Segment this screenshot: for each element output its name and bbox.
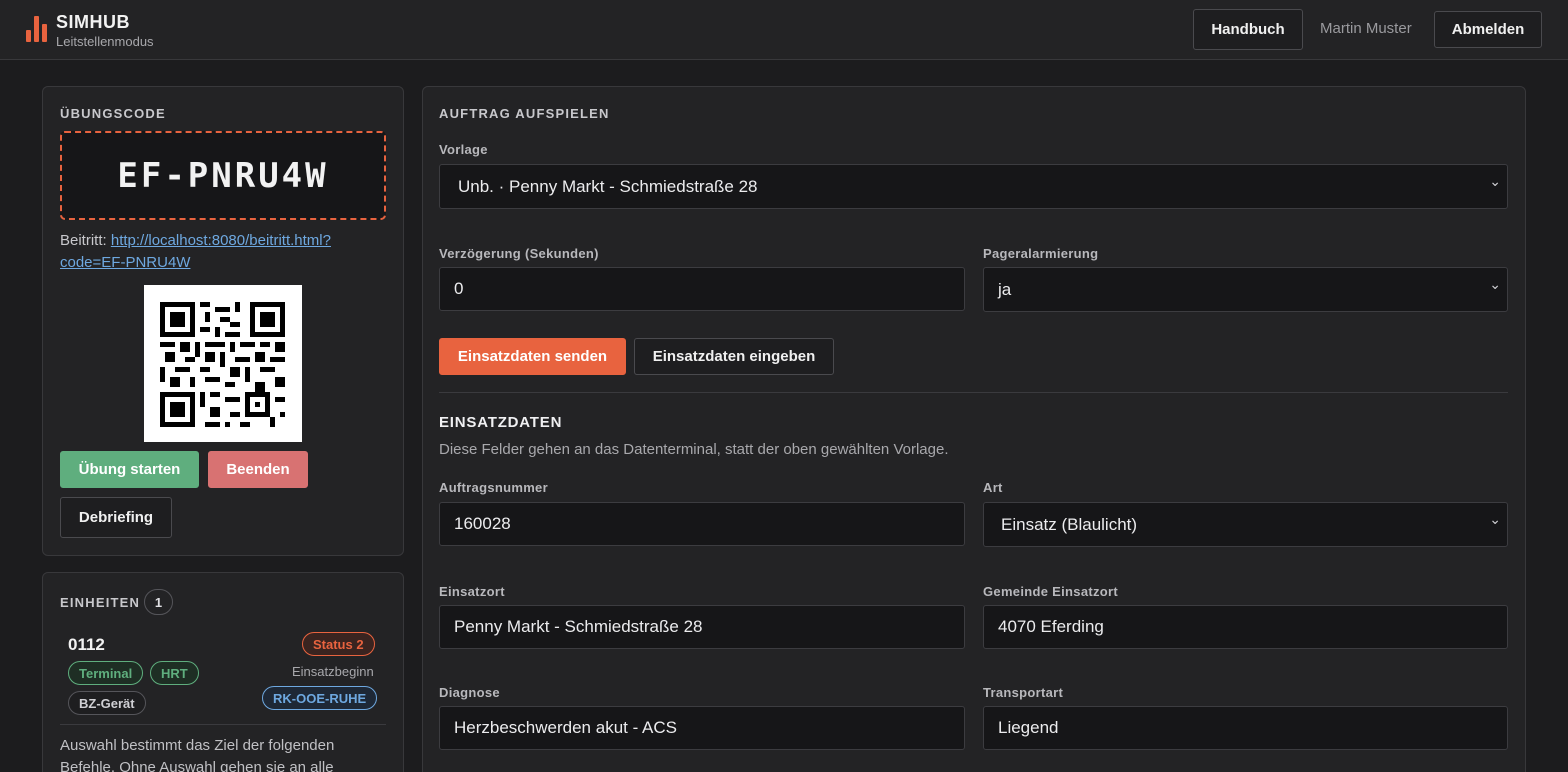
end-exercise-button[interactable]: Beenden <box>208 451 308 488</box>
units-count-badge: 1 <box>144 589 173 615</box>
top-bar: SIMHUB Leitstellenmodus Handbuch Martin … <box>0 0 1568 60</box>
unit-tag-bz-device: BZ-Gerät <box>68 691 146 715</box>
unit-status-badge: Status 2 <box>302 632 375 656</box>
type-select[interactable]: Einsatz (Blaulicht) <box>983 502 1508 547</box>
unit-name: 0112 <box>68 635 105 654</box>
order-number-value: 160028 <box>454 514 511 533</box>
diagnosis-value: Herzbeschwerden akut - ACS <box>454 718 677 737</box>
diagnosis-input[interactable]: Herzbeschwerden akut - ACS <box>439 706 965 750</box>
enter-mission-data-button[interactable]: Einsatzdaten eingeben <box>634 338 834 375</box>
delay-input[interactable]: 0 <box>439 267 965 311</box>
exercise-code-title: ÜBUNGSCODE <box>60 106 166 121</box>
simhub-logo-icon <box>26 16 48 42</box>
qr-code-image <box>144 285 302 442</box>
app-mode-subtitle: Leitstellenmodus <box>56 34 154 49</box>
municipality-input[interactable]: 4070 Eferding <box>983 605 1508 649</box>
manual-button[interactable]: Handbuch <box>1193 9 1303 50</box>
diagnosis-label: Diagnose <box>439 685 500 700</box>
join-prefix: Beitritt: <box>60 232 107 249</box>
type-select-value: Einsatz (Blaulicht) <box>1001 514 1138 534</box>
start-exercise-button[interactable]: Übung starten <box>60 451 199 488</box>
user-name: Martin Muster <box>1320 20 1412 37</box>
send-mission-data-button[interactable]: Einsatzdaten senden <box>439 338 626 375</box>
type-label: Art <box>983 480 1003 495</box>
unit-tag-terminal: Terminal <box>68 661 144 685</box>
units-selection-hint: Auswahl bestimmt das Ziel der folgenden … <box>60 737 335 772</box>
mission-data-title: EINSATZDATEN <box>439 414 563 431</box>
order-number-label: Auftragsnummer <box>439 480 548 495</box>
exercise-code: EF-PNRU4W <box>60 131 386 220</box>
unit-tag-hrt: HRT <box>150 661 199 685</box>
units-divider <box>60 724 386 725</box>
municipality-value: 4070 Eferding <box>998 617 1104 636</box>
units-title: EINHEITEN <box>60 595 141 610</box>
join-info: Beitritt: http://localhost:8080/beitritt… <box>60 230 370 274</box>
location-label: Einsatzort <box>439 584 505 599</box>
municipality-label: Gemeinde Einsatzort <box>983 584 1119 599</box>
order-divider <box>439 392 1508 393</box>
logout-button[interactable]: Abmelden <box>1434 11 1542 48</box>
order-section-title: AUFTRAG AUFSPIELEN <box>439 106 610 121</box>
app-title: SIMHUB <box>56 12 130 32</box>
template-select[interactable]: Unb. · Penny Markt - Schmiedstraße 28 <box>439 164 1508 209</box>
transport-value: Liegend <box>998 718 1059 737</box>
delay-label: Verzögerung (Sekunden) <box>439 246 599 261</box>
template-select-value: Unb. · Penny Markt - Schmiedstraße 28 <box>458 176 758 196</box>
mission-data-description: Diese Felder gehen an das Datenterminal,… <box>439 441 949 458</box>
pager-label: Pageralarmierung <box>983 246 1099 261</box>
unit-org-badge: RK-OOE-RUHE <box>262 686 378 710</box>
transport-label: Transportart <box>983 685 1064 700</box>
location-value: Penny Markt - Schmiedstraße 28 <box>454 617 703 636</box>
debriefing-button[interactable]: Debriefing <box>60 497 172 538</box>
pager-select[interactable]: ja <box>983 267 1508 312</box>
order-number-input[interactable]: 160028 <box>439 502 965 546</box>
pager-select-value: ja <box>998 279 1012 299</box>
unit-phase: Einsatzbeginn <box>292 664 374 679</box>
location-input[interactable]: Penny Markt - Schmiedstraße 28 <box>439 605 965 649</box>
transport-input[interactable]: Liegend <box>983 706 1508 750</box>
delay-input-value: 0 <box>454 279 464 298</box>
template-label: Vorlage <box>439 142 488 157</box>
